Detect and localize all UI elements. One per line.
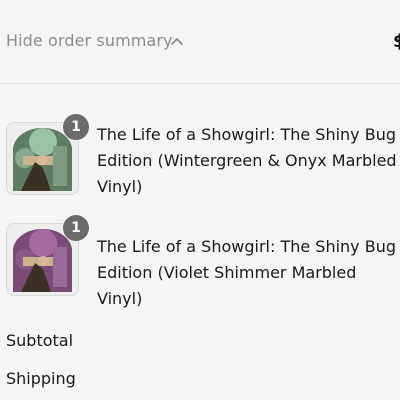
subtotal-label: Subtotal: [6, 331, 74, 350]
order-summary-page: Hide order summary $ 1 The Life of a Sho…: [0, 0, 400, 400]
product-thumbnail: 1: [6, 215, 89, 296]
product-thumbnail: 1: [6, 114, 89, 195]
product-title: The Life of a Showgirl: The Shiny Bug Ed…: [97, 125, 397, 196]
album-cover-image: [13, 229, 72, 292]
shipping-label: Shipping: [6, 369, 76, 388]
product-title: The Life of a Showgirl: The Shiny Bug Ed…: [97, 237, 396, 308]
order-summary-toggle-label: Hide order summary: [6, 31, 173, 50]
quantity-badge: 1: [63, 114, 89, 140]
chevron-up-icon: [171, 38, 183, 45]
order-total-amount: $: [393, 31, 400, 52]
album-cover-image: [13, 128, 72, 191]
order-summary-toggle[interactable]: Hide order summary $: [0, 0, 400, 84]
quantity-badge: 1: [63, 215, 89, 241]
